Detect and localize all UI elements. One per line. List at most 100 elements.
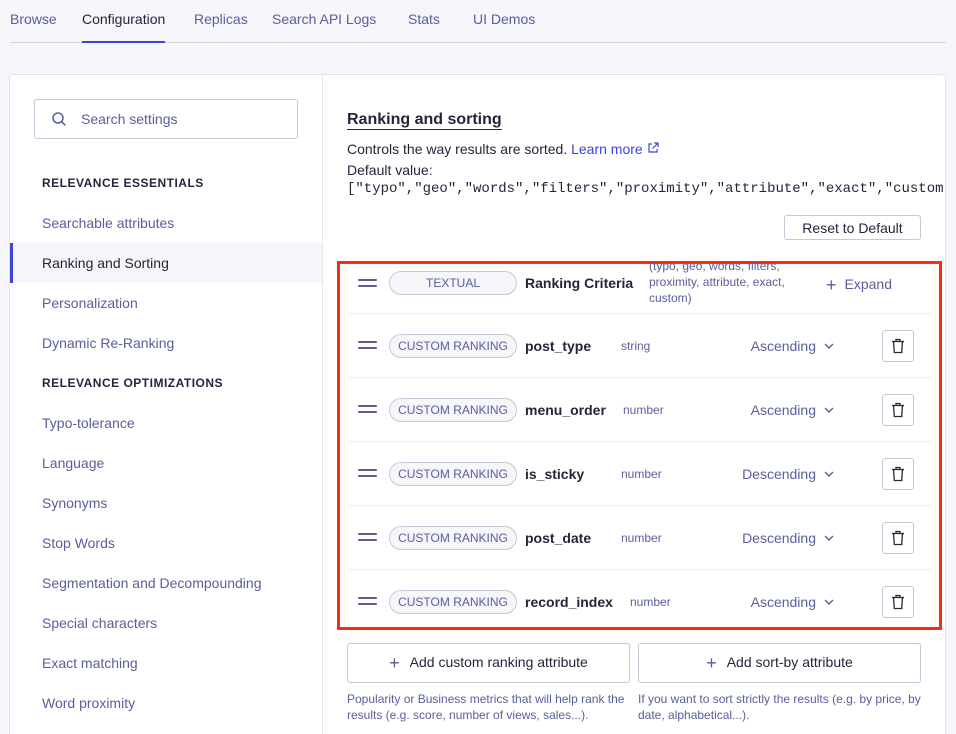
attribute-type: number	[623, 403, 664, 417]
search-settings-input[interactable]	[81, 111, 281, 127]
sidebar-item-dynamic-re-ranking[interactable]: Dynamic Re-Ranking	[10, 323, 322, 363]
ranking-criteria-list: TEXTUAL Ranking Criteria (typo, geo, wor…	[337, 259, 942, 630]
chevron-down-icon	[824, 535, 834, 541]
learn-more-link[interactable]: Learn more	[571, 141, 659, 157]
delete-button[interactable]	[882, 522, 914, 554]
add-sort-by-label: Add sort-by attribute	[726, 653, 853, 670]
drag-handle-icon[interactable]	[358, 597, 377, 607]
drag-handle-icon[interactable]	[358, 405, 377, 415]
attribute-name: menu_order	[525, 402, 606, 418]
chevron-down-icon	[824, 407, 834, 413]
section-heading-relevance-optimizations: RELEVANCE OPTIMIZATIONS	[42, 376, 224, 390]
sidebar-item-synonyms[interactable]: Synonyms	[10, 483, 322, 523]
expand-label: Expand	[844, 276, 892, 292]
settings-sidebar: RELEVANCE ESSENTIALS Searchable attribut…	[10, 75, 323, 734]
sort-order-label: Ascending	[750, 338, 816, 354]
sidebar-item-segmentation[interactable]: Segmentation and Decompounding	[10, 563, 322, 603]
add-custom-ranking-label: Add custom ranking attribute	[409, 653, 588, 670]
custom-ranking-badge: CUSTOM RANKING	[389, 398, 517, 422]
sort-order-label: Descending	[742, 530, 816, 546]
ranking-row[interactable]: CUSTOM RANKING is_sticky number Descendi…	[348, 442, 932, 506]
attribute-name: is_sticky	[525, 466, 585, 482]
tab-search-api-logs[interactable]: Search API Logs	[272, 11, 376, 43]
ranking-content: Ranking and sorting Controls the way res…	[323, 75, 945, 734]
tab-browse[interactable]: Browse	[10, 11, 57, 43]
ranking-row-textual[interactable]: TEXTUAL Ranking Criteria (typo, geo, wor…	[348, 254, 932, 314]
description-text: Controls the way results are sorted.	[347, 141, 568, 157]
chevron-down-icon	[824, 343, 834, 349]
sidebar-item-language[interactable]: Language	[10, 443, 322, 483]
custom-ranking-badge: CUSTOM RANKING	[389, 590, 517, 614]
sort-order-select[interactable]: Ascending	[751, 594, 834, 610]
top-tabs: Browse Configuration Replicas Search API…	[10, 0, 946, 43]
add-sort-by-button[interactable]: + Add sort-by attribute	[638, 643, 921, 683]
tab-configuration[interactable]: Configuration	[82, 11, 166, 43]
learn-more-label: Learn more	[571, 141, 643, 157]
attribute-name: post_date	[525, 530, 592, 546]
ranking-row[interactable]: CUSTOM RANKING post_date number Descendi…	[348, 506, 932, 570]
delete-button[interactable]	[882, 330, 914, 362]
sidebar-item-searchable-attributes[interactable]: Searchable attributes	[10, 203, 322, 243]
tab-ui-demos[interactable]: UI Demos	[473, 11, 535, 43]
textual-badge: TEXTUAL	[389, 271, 517, 295]
trash-icon	[892, 466, 904, 482]
default-value-code: ["typo","geo","words","filters","proximi…	[347, 181, 945, 197]
custom-ranking-badge: CUSTOM RANKING	[389, 334, 517, 358]
sort-by-hint: If you want to sort strictly the results…	[638, 692, 921, 722]
sort-order-label: Ascending	[750, 594, 816, 610]
tab-replicas[interactable]: Replicas	[194, 11, 248, 43]
ranking-row[interactable]: CUSTOM RANKING menu_order number Ascendi…	[348, 378, 932, 442]
attribute-type: number	[621, 467, 662, 481]
sort-order-select[interactable]: Ascending	[751, 338, 834, 354]
sort-order-select[interactable]: Ascending	[751, 402, 834, 418]
drag-handle-icon[interactable]	[358, 533, 377, 543]
attribute-type: string	[621, 339, 651, 353]
sort-order-select[interactable]: Descending	[742, 530, 834, 546]
tab-stats[interactable]: Stats	[408, 11, 440, 43]
sidebar-item-word-proximity[interactable]: Word proximity	[10, 683, 322, 723]
drag-handle-icon[interactable]	[358, 341, 377, 351]
sidebar-item-stop-words[interactable]: Stop Words	[10, 523, 322, 563]
external-link-icon	[647, 142, 659, 153]
ranking-criteria-name: Ranking Criteria	[525, 275, 634, 291]
delete-button[interactable]	[882, 394, 914, 426]
sort-order-label: Ascending	[750, 402, 816, 418]
ranking-row[interactable]: CUSTOM RANKING record_index number Ascen…	[348, 570, 932, 634]
reset-to-default-button[interactable]: Reset to Default	[784, 215, 921, 240]
expand-button[interactable]: + Expand	[826, 275, 892, 296]
attribute-name: post_type	[525, 338, 592, 354]
plus-icon: +	[706, 652, 717, 673]
add-custom-ranking-button[interactable]: + Add custom ranking attribute	[347, 643, 630, 683]
attribute-type: number	[630, 595, 671, 609]
chevron-down-icon	[824, 471, 834, 477]
drag-handle-icon[interactable]	[358, 279, 377, 289]
search-settings-box[interactable]	[34, 99, 298, 139]
sidebar-item-exact-matching[interactable]: Exact matching	[10, 643, 322, 683]
sort-order-select[interactable]: Descending	[742, 466, 834, 482]
plus-icon: +	[826, 275, 837, 295]
sidebar-item-typo-tolerance[interactable]: Typo-tolerance	[10, 403, 322, 443]
trash-icon	[892, 594, 904, 610]
attribute-name: record_index	[525, 594, 613, 610]
trash-icon	[892, 530, 904, 546]
settings-card: RELEVANCE ESSENTIALS Searchable attribut…	[9, 74, 946, 734]
page-title: Ranking and sorting	[347, 111, 502, 130]
default-value-label: Default value:	[347, 162, 433, 178]
sidebar-item-ranking-and-sorting[interactable]: Ranking and Sorting	[10, 243, 322, 283]
trash-icon	[892, 402, 904, 418]
trash-icon	[892, 338, 904, 354]
delete-button[interactable]	[882, 458, 914, 490]
sidebar-item-personalization[interactable]: Personalization	[10, 283, 322, 323]
ranking-criteria-list-text: (typo, geo, words, filters, proximity, a…	[649, 259, 785, 305]
delete-button[interactable]	[882, 586, 914, 618]
section-heading-relevance-essentials: RELEVANCE ESSENTIALS	[42, 176, 204, 190]
drag-handle-icon[interactable]	[358, 469, 377, 479]
custom-ranking-hint: Popularity or Business metrics that will…	[347, 692, 625, 722]
sidebar-item-special-characters[interactable]: Special characters	[10, 603, 322, 643]
search-icon	[52, 112, 66, 126]
custom-ranking-badge: CUSTOM RANKING	[389, 526, 517, 550]
sort-order-label: Descending	[742, 466, 816, 482]
plus-icon: +	[389, 652, 400, 673]
attribute-type: number	[621, 531, 662, 545]
ranking-row[interactable]: CUSTOM RANKING post_type string Ascendin…	[348, 314, 932, 378]
